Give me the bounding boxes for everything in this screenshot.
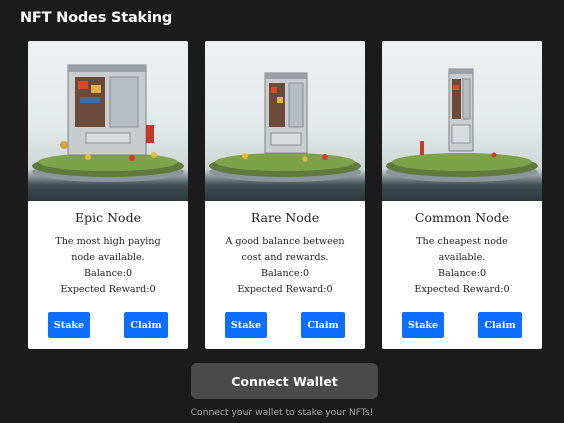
claim-button-rare[interactable]: Claim	[301, 312, 345, 338]
node-card-epic: Epic Node The most high paying node avai…	[28, 41, 188, 349]
claim-button-common[interactable]: Claim	[478, 312, 522, 338]
node-card-common: Common Node The cheapest node available.…	[382, 41, 542, 349]
connect-wallet-button[interactable]: Connect Wallet	[191, 363, 378, 399]
card-description: A good balance between cost and rewards.	[225, 236, 345, 263]
card-description-block: The most high paying node available. Bal…	[42, 234, 174, 298]
stake-button-epic[interactable]: Stake	[48, 312, 90, 338]
card-balance: Balance:0	[83, 268, 133, 279]
card-expected-reward: Expected Reward:0	[60, 284, 156, 295]
connect-hint: Connect your wallet to stake your NFTs!	[190, 407, 374, 418]
page-title: NFT Nodes Staking	[20, 10, 173, 26]
card-title: Rare Node	[250, 210, 320, 225]
card-title: Epic Node	[75, 210, 141, 225]
card-title: Common Node	[414, 210, 510, 225]
card-expected-reward: Expected Reward:0	[237, 284, 333, 295]
card-balance: Balance:0	[260, 268, 310, 279]
node-image-epic	[28, 41, 188, 201]
claim-button-epic[interactable]: Claim	[124, 312, 168, 338]
stake-button-common[interactable]: Stake	[402, 312, 444, 338]
card-description: The cheapest node available.	[416, 236, 508, 263]
node-card-rare: Rare Node A good balance between cost an…	[205, 41, 365, 349]
card-description: The most high paying node available.	[55, 236, 161, 263]
card-description-block: The cheapest node available. Balance:0 E…	[396, 234, 528, 298]
stake-button-rare[interactable]: Stake	[225, 312, 267, 338]
card-description-block: A good balance between cost and rewards.…	[219, 234, 351, 298]
card-balance: Balance:0	[437, 268, 487, 279]
node-image-common	[382, 41, 542, 201]
card-expected-reward: Expected Reward:0	[414, 284, 510, 295]
node-image-rare	[205, 41, 365, 201]
